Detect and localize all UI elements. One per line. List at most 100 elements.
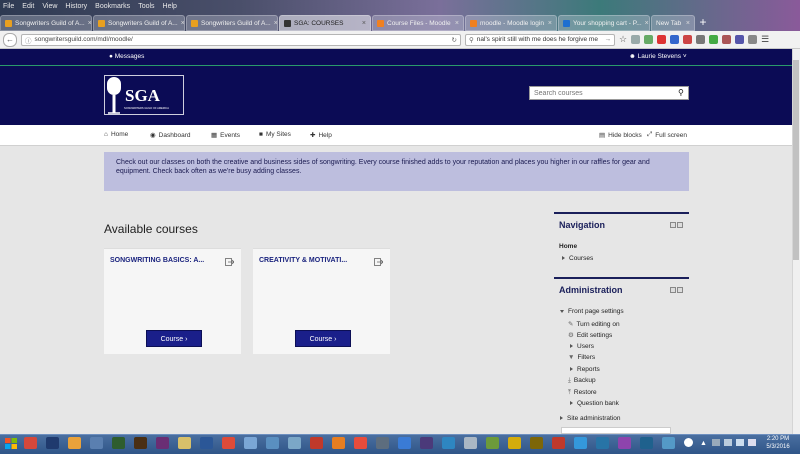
messages-link[interactable]: ● Messages bbox=[109, 53, 144, 60]
app-taskbar-icon[interactable] bbox=[508, 437, 521, 449]
menu-history[interactable]: History bbox=[65, 3, 87, 10]
network-icon[interactable] bbox=[712, 439, 720, 446]
browser-tab-active[interactable]: SGA: COURSES × bbox=[279, 15, 371, 31]
addon-icon[interactable] bbox=[722, 35, 732, 44]
enrol-icon[interactable] bbox=[225, 258, 234, 266]
app-taskbar-icon[interactable] bbox=[288, 437, 301, 449]
illustrator-taskbar-icon[interactable] bbox=[134, 437, 147, 449]
battery-icon[interactable] bbox=[736, 439, 744, 446]
turn-editing-on-link[interactable]: ✎ Turn editing on bbox=[568, 320, 620, 328]
premiere-taskbar-icon[interactable] bbox=[420, 437, 433, 449]
back-arrow-icon[interactable]: ← bbox=[3, 32, 17, 47]
close-icon[interactable]: × bbox=[455, 20, 459, 27]
firefox-taskbar-icon[interactable] bbox=[24, 437, 37, 449]
url-bar[interactable]: ⓘ songwritersguild.com/mdl/moodle/ ↻ bbox=[21, 33, 461, 46]
menu-edit[interactable]: Edit bbox=[22, 3, 34, 10]
app-taskbar-icon[interactable] bbox=[662, 437, 675, 449]
bookmarks-list-icon[interactable] bbox=[631, 35, 641, 44]
app-taskbar-icon[interactable] bbox=[486, 437, 499, 449]
app-taskbar-icon[interactable] bbox=[618, 437, 631, 449]
course-title[interactable]: SONGWRITING BASICS: A... bbox=[110, 257, 204, 264]
menu-bookmarks[interactable]: Bookmarks bbox=[95, 3, 130, 10]
windows-start-icon[interactable] bbox=[3, 436, 19, 451]
app-taskbar-icon[interactable] bbox=[332, 437, 345, 449]
browser-search-bar[interactable]: ⚲ nal's spirit still with me does he for… bbox=[465, 33, 615, 46]
app-taskbar-icon[interactable] bbox=[398, 437, 411, 449]
volume-icon[interactable] bbox=[724, 439, 732, 446]
restore-link[interactable]: ⤒ Restore bbox=[568, 389, 597, 397]
close-icon[interactable]: × bbox=[686, 20, 690, 27]
course-button[interactable]: Course › bbox=[146, 330, 202, 347]
tray-arrow-icon[interactable]: ▲ bbox=[700, 440, 707, 447]
addon-blue-icon[interactable] bbox=[670, 35, 680, 44]
addon-green-icon[interactable] bbox=[709, 35, 719, 44]
browser-tab[interactable]: Your shopping cart - P... × bbox=[558, 15, 650, 31]
close-icon[interactable]: × bbox=[181, 20, 184, 27]
browser-tab[interactable]: moodle - Moodle login × bbox=[465, 15, 557, 31]
nav-home[interactable]: ⌂ Home bbox=[104, 131, 128, 138]
reload-icon[interactable]: ↻ bbox=[452, 36, 457, 44]
front-page-settings[interactable]: Front page settings bbox=[560, 308, 624, 315]
help-tray-icon[interactable] bbox=[684, 438, 693, 447]
app-taskbar-icon[interactable] bbox=[244, 437, 257, 449]
app-taskbar-icon[interactable] bbox=[464, 437, 477, 449]
app-taskbar-icon[interactable] bbox=[90, 437, 103, 449]
user-menu[interactable]: ☻ Laurie Stevens ˅ bbox=[629, 53, 687, 60]
bookmark-star-icon[interactable]: ☆ bbox=[619, 34, 627, 45]
app-taskbar-icon[interactable] bbox=[574, 437, 587, 449]
sga-logo[interactable]: SGA SONGWRITERS GUILD OF AMERICA bbox=[104, 75, 184, 115]
hide-blocks-button[interactable]: ▤ Hide blocks bbox=[599, 131, 642, 140]
admin-search-input[interactable] bbox=[561, 427, 671, 434]
menu-help[interactable]: Help bbox=[163, 3, 177, 10]
browser-tab[interactable]: Course Files - Moodle × bbox=[372, 15, 464, 31]
reports-link[interactable]: Reports bbox=[570, 366, 600, 373]
menu-view[interactable]: View bbox=[42, 3, 57, 10]
app-taskbar-icon[interactable] bbox=[596, 437, 609, 449]
search-icon[interactable]: ⚲ bbox=[678, 88, 684, 97]
browser-tab[interactable]: New Tab × bbox=[651, 15, 695, 31]
explorer-taskbar-icon[interactable] bbox=[178, 437, 191, 449]
indesign-taskbar-icon[interactable] bbox=[156, 437, 169, 449]
close-icon[interactable]: × bbox=[274, 20, 277, 27]
collapse-icon[interactable] bbox=[677, 287, 683, 293]
info-icon[interactable]: ⓘ bbox=[25, 35, 32, 45]
addon-red-icon[interactable] bbox=[657, 35, 667, 44]
app-taskbar-icon[interactable] bbox=[530, 437, 543, 449]
close-icon[interactable]: × bbox=[362, 20, 366, 27]
dock-icon[interactable] bbox=[670, 222, 676, 228]
dreamweaver-taskbar-icon[interactable] bbox=[112, 437, 125, 449]
new-tab-plus-icon[interactable]: + bbox=[696, 16, 710, 30]
hp-taskbar-icon[interactable] bbox=[376, 437, 389, 449]
menu-tools[interactable]: Tools bbox=[138, 3, 154, 10]
word-taskbar-icon[interactable] bbox=[200, 437, 213, 449]
taskbar-clock[interactable]: 2:20 PM 5/3/2016 bbox=[760, 435, 796, 451]
nav-my-sites[interactable]: ■ My Sites bbox=[259, 131, 291, 138]
question-bank-link[interactable]: Question bank bbox=[570, 400, 619, 407]
close-icon[interactable]: × bbox=[645, 20, 649, 27]
search-go-arrow-icon[interactable]: → bbox=[605, 36, 612, 43]
addon-icon[interactable] bbox=[735, 35, 745, 44]
acrobat-taskbar-icon[interactable] bbox=[552, 437, 565, 449]
browser-tab[interactable]: Songwriters Guild of A... × bbox=[0, 15, 92, 31]
nav-events[interactable]: ▦ Events bbox=[211, 131, 240, 140]
course-search-input[interactable] bbox=[529, 86, 689, 100]
nav-tree-courses[interactable]: Courses bbox=[562, 255, 593, 262]
filters-link[interactable]: ▼ Filters bbox=[568, 354, 595, 361]
download-icon[interactable] bbox=[644, 35, 654, 44]
collapse-icon[interactable] bbox=[677, 222, 683, 228]
filezilla-taskbar-icon[interactable] bbox=[310, 437, 323, 449]
dock-icon[interactable] bbox=[670, 287, 676, 293]
browser-tab[interactable]: Songwriters Guild of A... × bbox=[93, 15, 185, 31]
nav-help[interactable]: ✚ Help bbox=[310, 131, 332, 140]
edit-settings-link[interactable]: ⚙ Edit settings bbox=[568, 331, 612, 339]
course-title[interactable]: CREATIVITY & MOTIVATI... bbox=[259, 257, 347, 264]
site-administration-link[interactable]: Site administration bbox=[560, 415, 620, 422]
close-icon[interactable]: × bbox=[88, 20, 91, 27]
full-screen-button[interactable]: ⤢ Full screen bbox=[647, 131, 687, 139]
browser-tab[interactable]: Songwriters Guild of A... × bbox=[186, 15, 278, 31]
flag-icon[interactable] bbox=[748, 439, 756, 446]
users-link[interactable]: Users bbox=[570, 343, 594, 350]
addon-icon[interactable] bbox=[748, 35, 758, 44]
enrol-icon[interactable] bbox=[374, 258, 383, 266]
nav-dashboard[interactable]: ◉ Dashboard bbox=[150, 131, 190, 140]
